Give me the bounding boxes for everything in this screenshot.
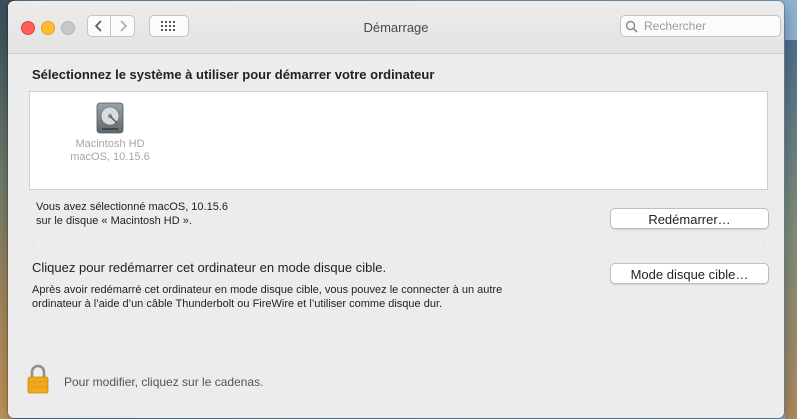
disk-name: Macintosh HD xyxy=(75,138,145,150)
selection-summary-line1: Vous avez sélectionné macOS, 10.15.6 xyxy=(36,201,229,213)
selection-summary-line2: sur le disque « Macintosh HD ». xyxy=(36,215,192,227)
wallpaper-cliff-right xyxy=(785,40,797,419)
target-disk-mode-description-line1: Après avoir redémarré cet ordinateur en … xyxy=(32,284,503,296)
separator-dot-left: . xyxy=(32,239,34,245)
disk-item-macintosh-hd[interactable]: Macintosh HD macOS, 10.15.6 xyxy=(60,102,160,164)
target-disk-mode-description-line2: ordinateur à l’aide d’un câble Thunderbo… xyxy=(32,298,443,310)
search-input[interactable] xyxy=(642,18,776,34)
target-disk-mode-button[interactable]: Mode disque cible… xyxy=(610,263,769,284)
title-bar: Démarrage xyxy=(8,1,784,54)
disk-os-version: macOS, 10.15.6 xyxy=(70,151,150,163)
startup-disk-list[interactable]: Macintosh HD macOS, 10.15.6 xyxy=(29,91,768,190)
section-heading: Sélectionnez le système à utiliser pour … xyxy=(32,67,435,82)
search-field[interactable] xyxy=(620,15,781,37)
preferences-content: Sélectionnez le système à utiliser pour … xyxy=(8,54,784,418)
startup-disk-window: Démarrage Sélectionnez le système à util… xyxy=(8,1,784,418)
target-disk-mode-title: Cliquez pour redémarrer cet ordinateur e… xyxy=(32,260,387,275)
padlock-icon[interactable] xyxy=(26,364,50,394)
hard-disk-icon xyxy=(96,102,124,134)
search-icon xyxy=(625,20,638,33)
lock-hint-text: Pour modifier, cliquez sur le cadenas. xyxy=(64,375,264,389)
restart-button[interactable]: Redémarrer… xyxy=(610,208,769,229)
separator-dot-right: . xyxy=(763,239,765,245)
